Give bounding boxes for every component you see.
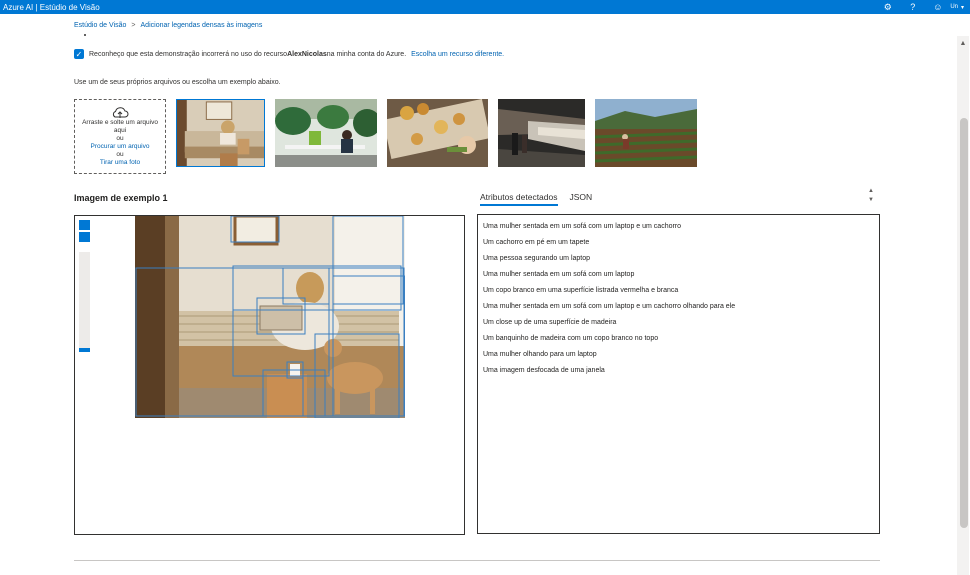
consent-text-after: na minha conta do Azure. bbox=[326, 50, 407, 58]
upload-drag-text: Arraste e solte um arquivo aqui bbox=[82, 118, 158, 134]
consent-checkbox[interactable]: ✓ bbox=[74, 49, 84, 59]
breadcrumb: Estúdio de Visão > Adicionar legendas de… bbox=[74, 22, 262, 29]
sample-thumbnail-2[interactable] bbox=[275, 99, 377, 167]
chevron-down-icon: ▾ bbox=[960, 4, 964, 11]
thumb-woman-sofa-image bbox=[177, 100, 264, 166]
sample-thumbnail-4[interactable] bbox=[498, 99, 585, 167]
attribute-item[interactable]: Um banquinho de madeira com um copo bran… bbox=[483, 331, 874, 347]
thumb-office-image bbox=[275, 99, 377, 167]
choose-resource-link[interactable]: Escolha um recurso diferente. bbox=[411, 51, 504, 58]
cloud-upload-icon bbox=[112, 106, 129, 118]
zoom-in-button[interactable] bbox=[79, 220, 90, 230]
help-icon[interactable]: ? bbox=[900, 0, 925, 14]
user-menu[interactable]: Un ▾ bbox=[950, 4, 970, 11]
tab-detected-attributes[interactable]: Atributos detectados bbox=[480, 192, 558, 206]
scroll-up-icon[interactable]: ▲ bbox=[957, 40, 969, 47]
bullet-dot bbox=[84, 34, 86, 36]
thumb-food-image bbox=[387, 99, 488, 167]
attribute-item[interactable]: Uma mulher olhando para um laptop bbox=[483, 347, 874, 363]
zoom-slider-thumb[interactable] bbox=[79, 348, 90, 352]
user-initials: Un bbox=[950, 4, 958, 10]
consent-row: ✓ Reconheço que esta demonstração incorr… bbox=[74, 49, 504, 59]
attribute-item[interactable]: Um copo branco em uma superfície listrad… bbox=[483, 283, 874, 299]
attribute-item[interactable]: Uma mulher sentada em um sofá com um lap… bbox=[483, 219, 874, 235]
divider bbox=[74, 560, 880, 561]
gear-icon[interactable]: ⚙ bbox=[875, 0, 900, 14]
breadcrumb-current[interactable]: Adicionar legendas densas às imagens bbox=[141, 22, 263, 29]
breadcrumb-separator-icon: > bbox=[131, 22, 136, 29]
tab-json[interactable]: JSON bbox=[570, 192, 593, 206]
app-title: Azure AI | Estúdio de Visão bbox=[3, 2, 100, 12]
thumb-subway-image bbox=[498, 99, 585, 167]
scrollbar-thumb[interactable] bbox=[960, 118, 968, 528]
consent-resource-name: AlexNicolas bbox=[287, 50, 327, 58]
sample-thumbnail-5[interactable] bbox=[595, 99, 697, 167]
sample-image-with-boxes bbox=[135, 216, 405, 418]
page-scrollbar[interactable]: ▲ bbox=[957, 36, 969, 575]
attribute-item[interactable]: Um cachorro em pé em um tapete bbox=[483, 235, 874, 251]
feedback-icon[interactable]: ☺ bbox=[925, 0, 950, 14]
zoom-out-button[interactable] bbox=[79, 232, 90, 242]
result-tabs: Atributos detectados JSON bbox=[480, 192, 592, 206]
attribute-item[interactable]: Um close up de uma superfície de madeira bbox=[483, 315, 874, 331]
breadcrumb-home[interactable]: Estúdio de Visão bbox=[74, 22, 126, 29]
thumb-farm-image bbox=[595, 99, 697, 167]
sample-image-title: Imagem de exemplo 1 bbox=[74, 193, 168, 203]
sort-arrows-icon[interactable]: ▲ ▼ bbox=[868, 187, 874, 205]
browse-file-link[interactable]: Procurar um arquivo bbox=[91, 143, 150, 151]
image-panel bbox=[74, 215, 465, 535]
upload-dropzone[interactable]: Arraste e solte um arquivo aqui ou Procu… bbox=[74, 99, 166, 174]
top-bar: Azure AI | Estúdio de Visão ⚙ ? ☺ Un ▾ bbox=[0, 0, 970, 14]
take-photo-link[interactable]: Tirar uma foto bbox=[100, 159, 140, 167]
attributes-list: Uma mulher sentada em um sofá com um lap… bbox=[483, 219, 874, 379]
sample-thumbnail-1[interactable] bbox=[176, 99, 265, 167]
upload-or-2: ou bbox=[116, 150, 124, 158]
zoom-slider[interactable] bbox=[79, 252, 90, 352]
sample-thumbnail-3[interactable] bbox=[387, 99, 488, 167]
attributes-panel: Uma mulher sentada em um sofá com um lap… bbox=[477, 214, 880, 534]
upload-or-1: ou bbox=[116, 134, 124, 142]
instruction-text: Use um de seus próprios arquivos ou esco… bbox=[74, 79, 281, 86]
attribute-item[interactable]: Uma pessoa segurando um laptop bbox=[483, 251, 874, 267]
attribute-item[interactable]: Uma imagem desfocada de uma janela bbox=[483, 363, 874, 379]
attribute-item[interactable]: Uma mulher sentada em um sofá com um lap… bbox=[483, 267, 874, 283]
consent-text-before: Reconheço que esta demonstração incorrer… bbox=[89, 50, 288, 58]
attribute-item[interactable]: Uma mulher sentada em um sofá com um lap… bbox=[483, 299, 874, 315]
